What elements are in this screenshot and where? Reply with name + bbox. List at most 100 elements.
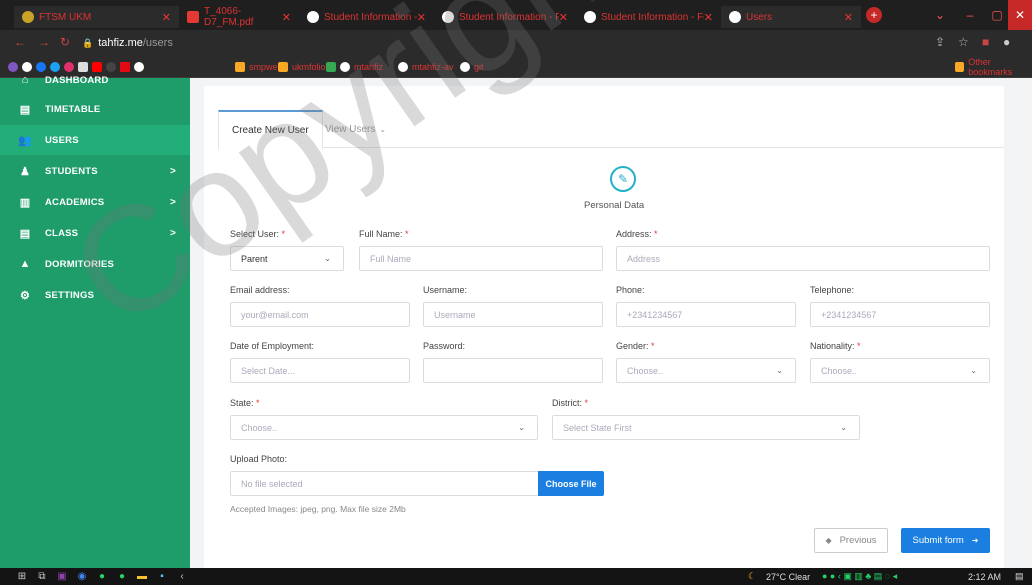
minimize-icon[interactable]: –: [955, 0, 985, 30]
chevron-down-icon: ⌄: [379, 124, 387, 134]
close-tab-icon[interactable]: ✕: [844, 11, 853, 24]
submit-form-button[interactable]: Submit form ➜: [901, 528, 990, 553]
extension-icon[interactable]: ■: [982, 35, 989, 49]
tab-title: Student Information - Form: [324, 11, 417, 23]
address-input[interactable]: Address: [616, 246, 990, 271]
nationality-select[interactable]: Choose.. ⌄: [810, 358, 990, 383]
file-explorer-icon[interactable]: ▬: [136, 570, 148, 582]
whatsapp-icon[interactable]: ●: [96, 570, 108, 582]
email-field[interactable]: your@email.com: [230, 302, 410, 327]
browser-tab[interactable]: Student Information - Form ✕: [299, 6, 434, 28]
close-tab-icon[interactable]: ✕: [559, 11, 568, 24]
close-window-icon[interactable]: ✕: [1008, 0, 1032, 30]
tab-search-icon[interactable]: ⌄: [925, 0, 955, 30]
file-input[interactable]: No file selected: [230, 471, 540, 496]
gender-select[interactable]: Choose.. ⌄: [616, 358, 796, 383]
star-icon[interactable]: ☆: [958, 35, 969, 49]
globe-icon: [442, 11, 454, 23]
phone-input[interactable]: +2341234567: [616, 302, 796, 327]
profile-avatar-icon[interactable]: ●: [1003, 35, 1010, 49]
browser-tab[interactable]: T_4066-D7_FM.pdf ✕: [179, 6, 299, 28]
close-tab-icon[interactable]: ✕: [282, 11, 291, 24]
chevron-down-icon: ⌄: [518, 423, 525, 432]
sidebar-item-students[interactable]: ♟ STUDENTS >: [0, 156, 190, 186]
notification-icon[interactable]: ▤: [1015, 569, 1024, 584]
tab-title: T_4066-D7_FM.pdf: [204, 6, 254, 28]
lock-icon: 🔒: [82, 37, 94, 48]
url-field[interactable]: 🔒 tahfiz.me/users: [82, 34, 173, 52]
placeholder: Select Date...: [241, 365, 296, 376]
back-icon[interactable]: ‹: [176, 570, 188, 582]
class-icon: ▤: [19, 227, 31, 240]
task-view-icon[interactable]: ⧉: [36, 570, 48, 582]
full-name-label: Full Name: *: [359, 229, 409, 239]
bookmark-mtahfiz-av[interactable]: mtahfiz-av: [398, 58, 454, 76]
previous-button[interactable]: ◆ Previous: [814, 528, 888, 553]
app-icon[interactable]: ▣: [56, 570, 68, 582]
other-bookmarks[interactable]: Other bookmarks: [955, 57, 1032, 77]
close-tab-icon[interactable]: ✕: [417, 11, 426, 24]
chrome-icon[interactable]: ◉: [76, 570, 88, 582]
district-label: District: *: [552, 398, 589, 408]
globe-icon: [340, 62, 350, 72]
folder-icon: [235, 62, 245, 72]
placeholder: +2341234567: [627, 309, 683, 320]
whatsapp-icon[interactable]: ●: [116, 570, 128, 582]
sidebar-item-dormitories[interactable]: ▲ DORMITORIES: [0, 249, 190, 279]
bookmark-label: ukmfolio: [292, 62, 326, 72]
browser-tab[interactable]: Student Information - Form ✕: [434, 6, 576, 28]
choose-file-button[interactable]: Choose File: [538, 471, 604, 496]
share-icon[interactable]: ⇪: [935, 35, 945, 49]
close-tab-icon[interactable]: ✕: [162, 11, 171, 24]
sidebar-item-label: TIMETABLE: [45, 103, 101, 115]
bookmark-label: mtahfiz-av: [412, 62, 454, 72]
folder-icon: [955, 62, 965, 72]
tab-create-new-user[interactable]: Create New User: [218, 110, 323, 149]
sidebar-item-label: SETTINGS: [45, 289, 95, 301]
tab-view-users[interactable]: View Users ⌄: [312, 110, 399, 148]
sidebar-item-academics[interactable]: ▥ ACADEMICS >: [0, 187, 190, 217]
password-input[interactable]: [423, 358, 603, 383]
globe-icon: [584, 11, 596, 23]
district-select[interactable]: Select State First ⌄: [552, 415, 860, 440]
globe-icon: [398, 62, 408, 72]
windows-start-icon[interactable]: ⊞: [16, 570, 28, 582]
bookmark-git[interactable]: git: [460, 58, 484, 76]
sidebar-item-users[interactable]: 👥 USERS: [0, 125, 190, 155]
sidebar-item-dashboard[interactable]: ⌂ DASHBOARD: [0, 70, 190, 90]
employment-date-picker[interactable]: Select Date...: [230, 358, 410, 383]
telephone-input[interactable]: +2341234567: [810, 302, 990, 327]
new-tab-icon[interactable]: +: [866, 7, 882, 23]
full-name-input[interactable]: Full Name: [359, 246, 603, 271]
sidebar-item-settings[interactable]: ⚙ SETTINGS: [0, 280, 190, 310]
button-label: Previous: [839, 535, 877, 546]
sidebar-item-timetable[interactable]: ▤ TIMETABLE: [0, 94, 190, 124]
state-select[interactable]: Choose.. ⌄: [230, 415, 538, 440]
back-icon[interactable]: ←: [14, 35, 26, 49]
browser-tab[interactable]: FTSM UKM ✕: [14, 6, 179, 28]
forward-icon[interactable]: →: [38, 35, 50, 49]
bookmark-label: mtahfiz: [354, 62, 384, 72]
select-user-dropdown[interactable]: Parent ⌄: [230, 246, 344, 271]
folder-icon: [278, 62, 288, 72]
browser-tab[interactable]: Student Information - Form ✕: [576, 6, 721, 28]
placeholder: +2341234567: [821, 309, 877, 320]
browser-tab-active[interactable]: Users ✕: [721, 6, 861, 28]
nationality-label: Nationality: *: [810, 341, 861, 351]
reload-icon[interactable]: ↻: [60, 35, 70, 49]
bookmark-ukmfolio[interactable]: ukmfolio: [278, 58, 326, 76]
username-input[interactable]: Username: [423, 302, 603, 327]
chevron-right-icon: >: [169, 165, 176, 177]
bookmark-label: git: [474, 62, 484, 72]
sidebar-item-label: DORMITORIES: [45, 258, 115, 270]
email-label: Email address:: [230, 285, 290, 295]
bookmark-smpweb[interactable]: smpweb: [235, 58, 283, 76]
chevron-down-icon: ⌄: [324, 254, 331, 263]
store-icon[interactable]: ▪: [156, 570, 168, 582]
bookmark-mtahfiz[interactable]: mtahfiz: [326, 58, 383, 76]
tab-label: Create New User: [232, 125, 309, 136]
chevron-down-icon: ⌄: [776, 366, 783, 375]
tray-icons[interactable]: ● ● ‹ ▣ ▥ ♣ ▤ ◌ ◂: [822, 569, 897, 584]
close-tab-icon[interactable]: ✕: [704, 11, 713, 24]
sidebar-item-class[interactable]: ▤ CLASS >: [0, 218, 190, 248]
